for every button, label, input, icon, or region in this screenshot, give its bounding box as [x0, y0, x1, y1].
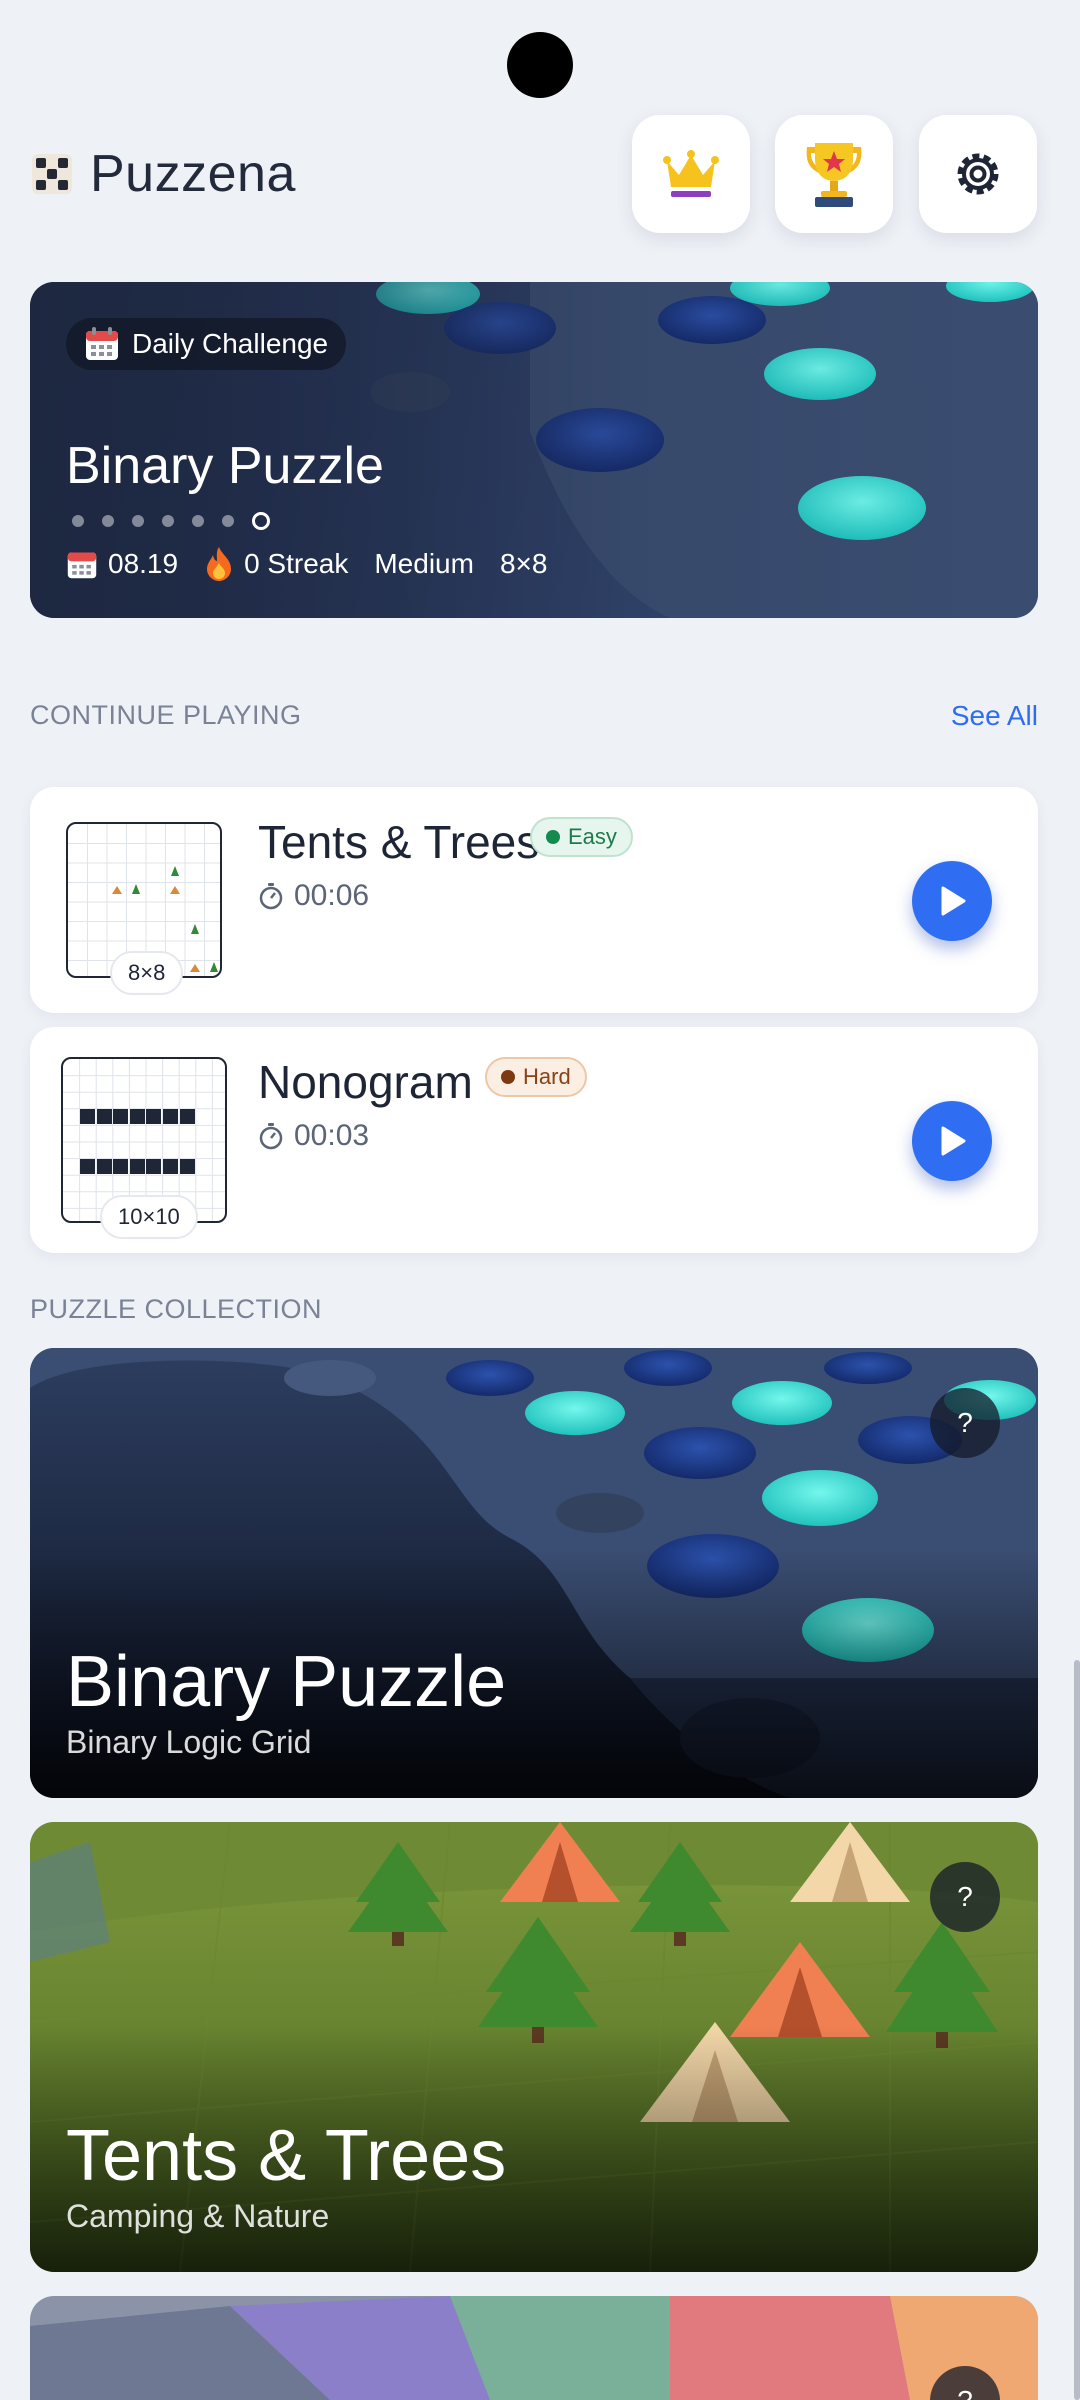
- elapsed-time: 00:06: [258, 879, 369, 913]
- help-button[interactable]: ?: [930, 1862, 1000, 1932]
- puzzle-name: Tents & Trees: [258, 816, 540, 868]
- difficulty-dot: [546, 830, 560, 844]
- daily-puzzle-title: Binary Puzzle: [66, 437, 384, 495]
- calendar-icon: [67, 552, 97, 579]
- play-icon: [941, 1126, 966, 1156]
- continue-card-nonogram[interactable]: 10×10 Nonogram Hard 00:03: [30, 1027, 1038, 1253]
- puzzle-collection-heading: PUZZLE COLLECTION: [30, 1294, 323, 1324]
- elapsed-time-value: 00:03: [294, 1119, 370, 1152]
- stopwatch-icon: [259, 1123, 283, 1150]
- carousel-dot[interactable]: [72, 515, 84, 527]
- scrollbar[interactable]: [1074, 1660, 1080, 2400]
- elapsed-time-value: 00:06: [294, 879, 370, 912]
- carousel-dot-active[interactable]: [252, 512, 270, 530]
- daily-date: 08.19: [108, 548, 179, 579]
- daily-streak: 0 Streak: [244, 548, 349, 579]
- continue-card-tents-trees[interactable]: 8×8 Tents & Trees Easy 00:06: [30, 787, 1038, 1013]
- fire-icon: [207, 547, 232, 581]
- grid-size-pill: 10×10: [100, 1195, 198, 1239]
- difficulty-badge-easy: Easy: [530, 817, 633, 857]
- continue-playing-heading: CONTINUE PLAYING: [30, 700, 302, 730]
- collection-card-partial[interactable]: ?: [30, 2296, 1038, 2400]
- carousel-dot[interactable]: [102, 515, 114, 527]
- daily-challenge-card[interactable]: Daily Challenge Binary Puzzle 08.19 0 St…: [30, 282, 1038, 618]
- crown-icon: [663, 150, 719, 197]
- play-button[interactable]: [912, 1101, 992, 1181]
- daily-challenge-badge: Daily Challenge: [66, 318, 347, 370]
- gear-icon: [957, 153, 999, 195]
- daily-challenge-label: Daily Challenge: [132, 328, 329, 359]
- carousel-dot[interactable]: [192, 515, 204, 527]
- app-logo-icon: [32, 154, 72, 194]
- collection-card-binary-puzzle[interactable]: ? Binary Puzzle Binary Logic Grid: [30, 1348, 1038, 1798]
- app-header: Puzzena: [30, 110, 1050, 235]
- daily-grid-size: 8×8: [499, 548, 548, 579]
- daily-meta-row: 08.19 0 Streak Medium 8×8: [66, 546, 573, 582]
- collection-title: Binary Puzzle: [66, 1642, 507, 1722]
- daily-difficulty: Medium: [374, 548, 474, 579]
- play-button[interactable]: [912, 861, 992, 941]
- help-button[interactable]: ?: [930, 1388, 1000, 1458]
- puzzle-name: Nonogram: [258, 1056, 473, 1108]
- camera-cutout: [507, 32, 573, 98]
- app-title: Puzzena: [90, 145, 296, 203]
- premium-button[interactable]: [632, 115, 750, 233]
- play-icon: [941, 886, 966, 916]
- collection-title: Tents & Trees: [66, 2116, 507, 2196]
- trophy-icon: [806, 143, 862, 207]
- carousel-dot[interactable]: [222, 515, 234, 527]
- difficulty-label: Hard: [523, 1064, 571, 1089]
- difficulty-dot: [501, 1070, 515, 1084]
- see-all-link[interactable]: See All: [951, 700, 1038, 732]
- carousel-dot[interactable]: [132, 515, 144, 527]
- grid-size-pill: 8×8: [110, 951, 184, 995]
- calendar-icon: [86, 327, 118, 360]
- leaderboard-button[interactable]: [775, 115, 893, 233]
- difficulty-badge-hard: Hard: [485, 1057, 587, 1097]
- collection-subtitle: Camping & Nature: [66, 2198, 330, 2234]
- elapsed-time: 00:03: [258, 1119, 369, 1153]
- collection-card-tents-trees[interactable]: ? Tents & Trees Camping & Nature: [30, 1822, 1038, 2272]
- carousel-indicator: [72, 512, 270, 530]
- settings-button[interactable]: [919, 115, 1037, 233]
- stopwatch-icon: [259, 883, 283, 910]
- carousel-dot[interactable]: [162, 515, 174, 527]
- puzzle-artwork: [30, 2296, 1038, 2400]
- difficulty-label: Easy: [568, 824, 617, 849]
- collection-subtitle: Binary Logic Grid: [66, 1724, 312, 1760]
